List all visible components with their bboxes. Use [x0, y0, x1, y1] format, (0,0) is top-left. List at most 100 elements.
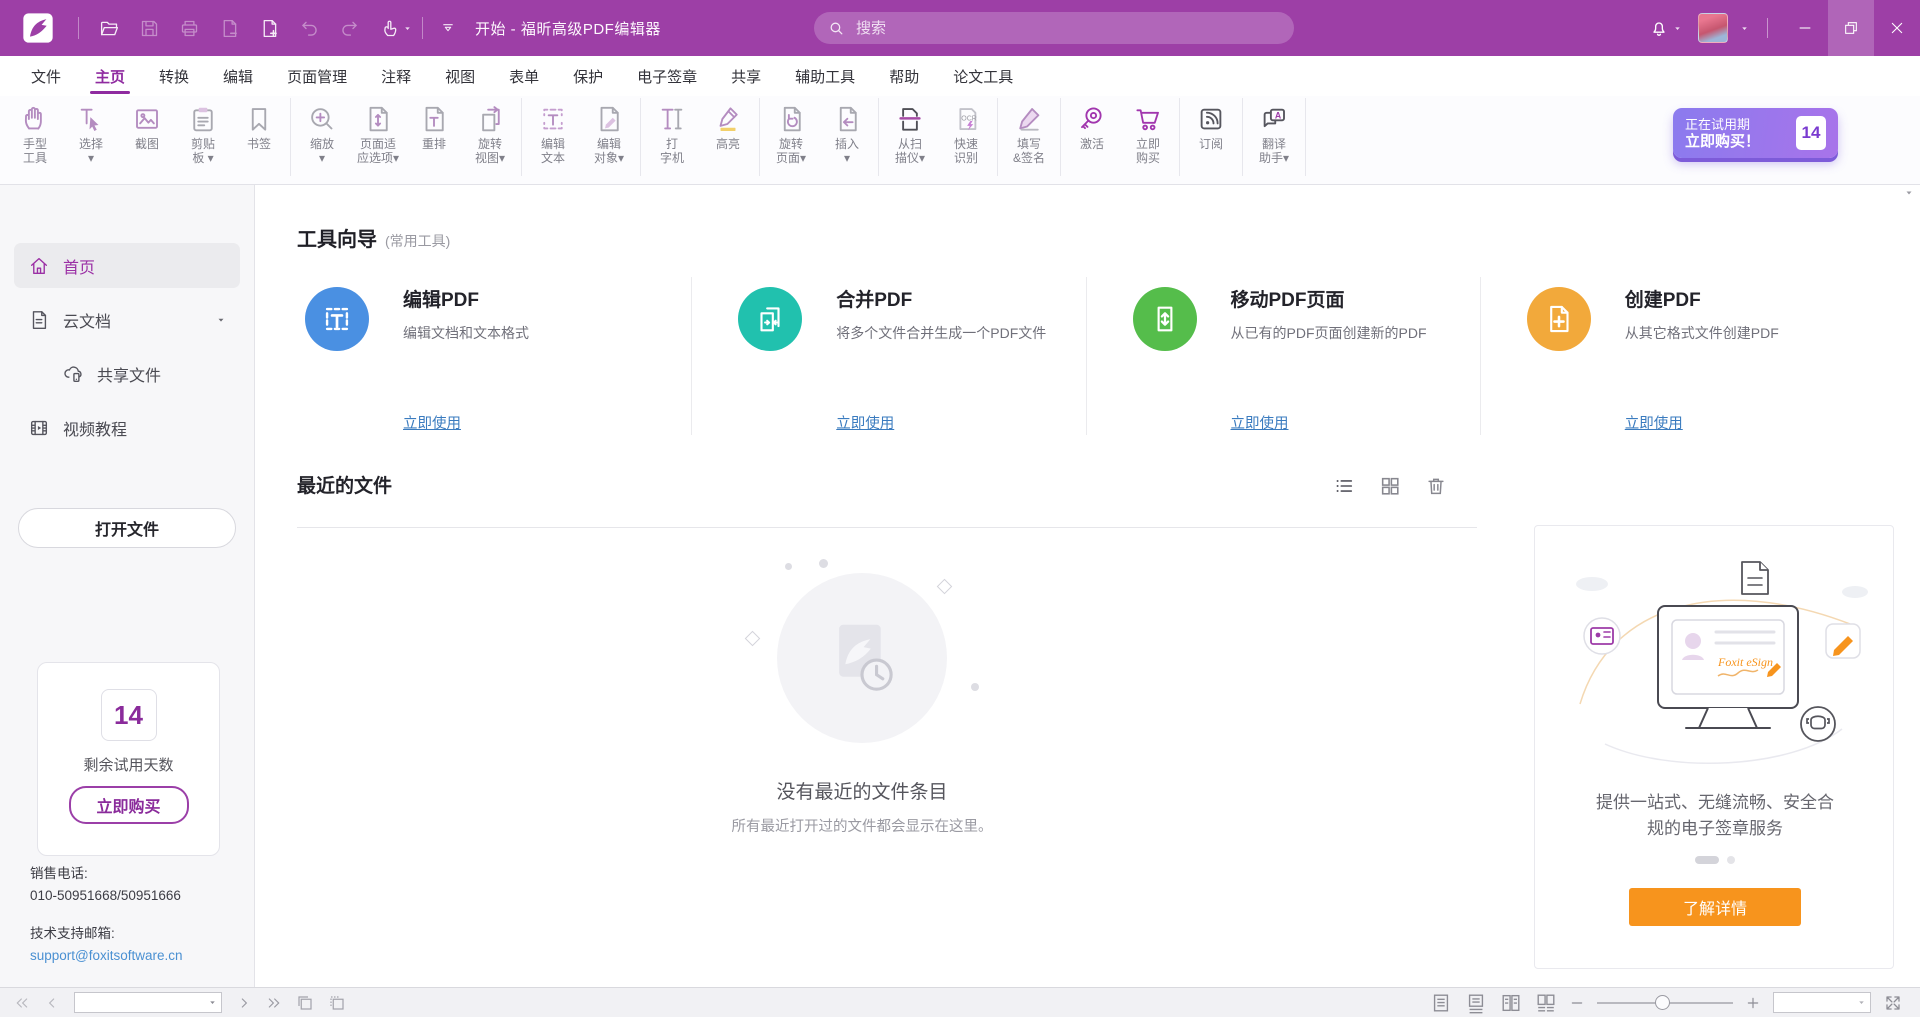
- account-caret-icon[interactable]: [1740, 24, 1749, 33]
- clipboard-tool-button[interactable]: 剪贴板 ▾: [175, 104, 231, 165]
- insert-page-tool-icon: [832, 104, 862, 134]
- contact-info: 销售电话: 010-50951668/50951666 技术支持邮箱: supp…: [30, 863, 183, 983]
- activate-tool-button[interactable]: 激活: [1064, 104, 1120, 151]
- insert-page-tool-button[interactable]: 插入▾: [819, 104, 875, 165]
- ribbon-group: 订阅: [1180, 98, 1243, 176]
- facing-view-icon[interactable]: [1500, 992, 1522, 1014]
- fill-sign-tool-button[interactable]: 填写&签名: [1001, 104, 1057, 165]
- redo-icon: [339, 18, 360, 39]
- avatar[interactable]: [1698, 13, 1728, 43]
- continuous-view-icon[interactable]: [1465, 992, 1487, 1014]
- buy-now-tool-button[interactable]: 立即购买: [1120, 104, 1176, 165]
- page-number-caret-icon[interactable]: [208, 998, 217, 1007]
- bookmark-tool-button[interactable]: 书签: [231, 104, 287, 151]
- edit-object-tool-button[interactable]: 编辑对象▾: [581, 104, 637, 165]
- zoom-in-icon[interactable]: [1746, 996, 1760, 1010]
- page-number-box[interactable]: [74, 992, 222, 1013]
- search-input[interactable]: [854, 19, 1218, 38]
- menu-item-edit[interactable]: 编辑: [206, 56, 270, 96]
- list-view-icon[interactable]: [1333, 475, 1355, 497]
- tool-card-title: 移动PDF页面: [1231, 285, 1345, 312]
- hand-tool-button[interactable]: 手型工具: [7, 104, 63, 165]
- menu-item-form[interactable]: 表单: [492, 56, 556, 96]
- collapse-ribbon-button[interactable]: [433, 13, 463, 43]
- zoom-tool-button[interactable]: 缩放▾: [294, 104, 350, 165]
- open-file-button[interactable]: 打开文件: [18, 508, 236, 548]
- sidebar-item-video-tutorials[interactable]: 视频教程: [14, 405, 240, 450]
- support-email-link[interactable]: support@foxitsoftware.cn: [30, 948, 183, 963]
- zoom-level-input[interactable]: [1774, 996, 1857, 1010]
- rotate-view-tool-button[interactable]: 旋转视图▾: [462, 104, 518, 165]
- grid-view-icon[interactable]: [1379, 475, 1401, 497]
- page-number-input[interactable]: [75, 996, 208, 1010]
- ocr-tool-button[interactable]: OCR快速识别: [938, 104, 994, 165]
- open-file-button[interactable]: [89, 8, 129, 48]
- select-tool-button[interactable]: 选择▾: [63, 104, 119, 165]
- minimize-button[interactable]: [1782, 0, 1828, 56]
- search-box[interactable]: [814, 12, 1294, 44]
- first-page-icon[interactable]: [14, 995, 30, 1011]
- rotate-pages-tool-button[interactable]: 旋转页面▾: [763, 104, 819, 165]
- prev-page-icon[interactable]: [44, 995, 60, 1011]
- subscribe-tool-button[interactable]: 订阅: [1183, 104, 1239, 151]
- reflow-tool-button[interactable]: 重排: [406, 104, 462, 151]
- trash-icon[interactable]: [1425, 475, 1447, 497]
- buy-now-button[interactable]: 立即购买: [69, 786, 189, 824]
- menu-item-help[interactable]: 帮助: [872, 56, 936, 96]
- facing-continuous-view-icon[interactable]: [1535, 992, 1557, 1014]
- menu-item-page-manage[interactable]: 页面管理: [270, 56, 364, 96]
- zoom-slider[interactable]: [1597, 1002, 1733, 1004]
- chevron-down-icon[interactable]: [216, 315, 226, 325]
- last-page-icon[interactable]: [266, 995, 282, 1011]
- page-fit-tool-button[interactable]: 页面适应选项▾: [350, 104, 406, 165]
- sidebar-item-shared-files[interactable]: 共享文件: [14, 351, 240, 396]
- zoom-level-box[interactable]: [1773, 992, 1871, 1013]
- touch-icon: [379, 18, 400, 39]
- notifications-caret-icon[interactable]: [1673, 24, 1682, 33]
- carousel-dot-active[interactable]: [1695, 856, 1719, 864]
- typewriter-tool-button[interactable]: 打字机: [644, 104, 700, 165]
- translate-tool-button[interactable]: A翻译助手▾: [1246, 104, 1302, 165]
- menu-item-paper-tools[interactable]: 论文工具: [936, 56, 1030, 96]
- highlight-tool-button[interactable]: 高亮: [700, 104, 756, 151]
- use-now-link[interactable]: 立即使用: [1625, 412, 1683, 433]
- single-page-view-icon[interactable]: [1430, 992, 1452, 1014]
- next-page-icon[interactable]: [236, 995, 252, 1011]
- learn-more-button[interactable]: 了解详情: [1629, 888, 1801, 926]
- zoom-slider-handle[interactable]: [1655, 995, 1670, 1010]
- menu-item-share[interactable]: 共享: [714, 56, 778, 96]
- insert-page-tool-label: 插入▾: [835, 137, 859, 165]
- restore-button[interactable]: [1828, 0, 1874, 56]
- add-page-button[interactable]: [249, 8, 289, 48]
- touch-mode-caret-icon[interactable]: [403, 24, 412, 33]
- scroll-up-arrow-icon[interactable]: [1903, 187, 1915, 199]
- zoom-level-caret-icon[interactable]: [1857, 998, 1866, 1007]
- sidebar-item-home[interactable]: 首页: [14, 243, 240, 288]
- fullscreen-icon[interactable]: [1884, 994, 1902, 1012]
- use-now-link[interactable]: 立即使用: [1231, 412, 1289, 433]
- sidebar-item-cloud-docs[interactable]: 云文档: [14, 297, 240, 342]
- menu-item-convert[interactable]: 转换: [142, 56, 206, 96]
- menu-item-esign[interactable]: 电子签章: [620, 56, 714, 96]
- menu-item-file[interactable]: 文件: [14, 56, 78, 96]
- edit-text-tool-button[interactable]: 编辑文本: [525, 104, 581, 165]
- edit-text-tool-label: 编辑文本: [541, 137, 565, 165]
- fill-sign-tool-icon: [1014, 104, 1044, 134]
- ribbon-group: 从扫描仪▾OCR快速识别: [879, 98, 998, 176]
- scanner-tool-button[interactable]: 从扫描仪▾: [882, 104, 938, 165]
- menu-item-view[interactable]: 视图: [428, 56, 492, 96]
- menu-item-protect[interactable]: 保护: [556, 56, 620, 96]
- menu-item-comment[interactable]: 注释: [364, 56, 428, 96]
- zoom-out-icon[interactable]: [1570, 996, 1584, 1010]
- snapshot-area-icon[interactable]: [328, 994, 346, 1012]
- menu-item-accessibility[interactable]: 辅助工具: [778, 56, 872, 96]
- menu-item-home[interactable]: 主页: [78, 56, 142, 96]
- carousel-dot[interactable]: [1727, 856, 1735, 864]
- use-now-link[interactable]: 立即使用: [836, 412, 894, 433]
- snapshot-copy-icon[interactable]: [296, 994, 314, 1012]
- snapshot-tool-button[interactable]: 截图: [119, 104, 175, 151]
- trial-badge-button[interactable]: 正在试用期 立即购买！ 14: [1673, 108, 1838, 158]
- statusbar: [0, 987, 1920, 1017]
- use-now-link[interactable]: 立即使用: [403, 412, 461, 433]
- close-button[interactable]: [1874, 0, 1920, 56]
